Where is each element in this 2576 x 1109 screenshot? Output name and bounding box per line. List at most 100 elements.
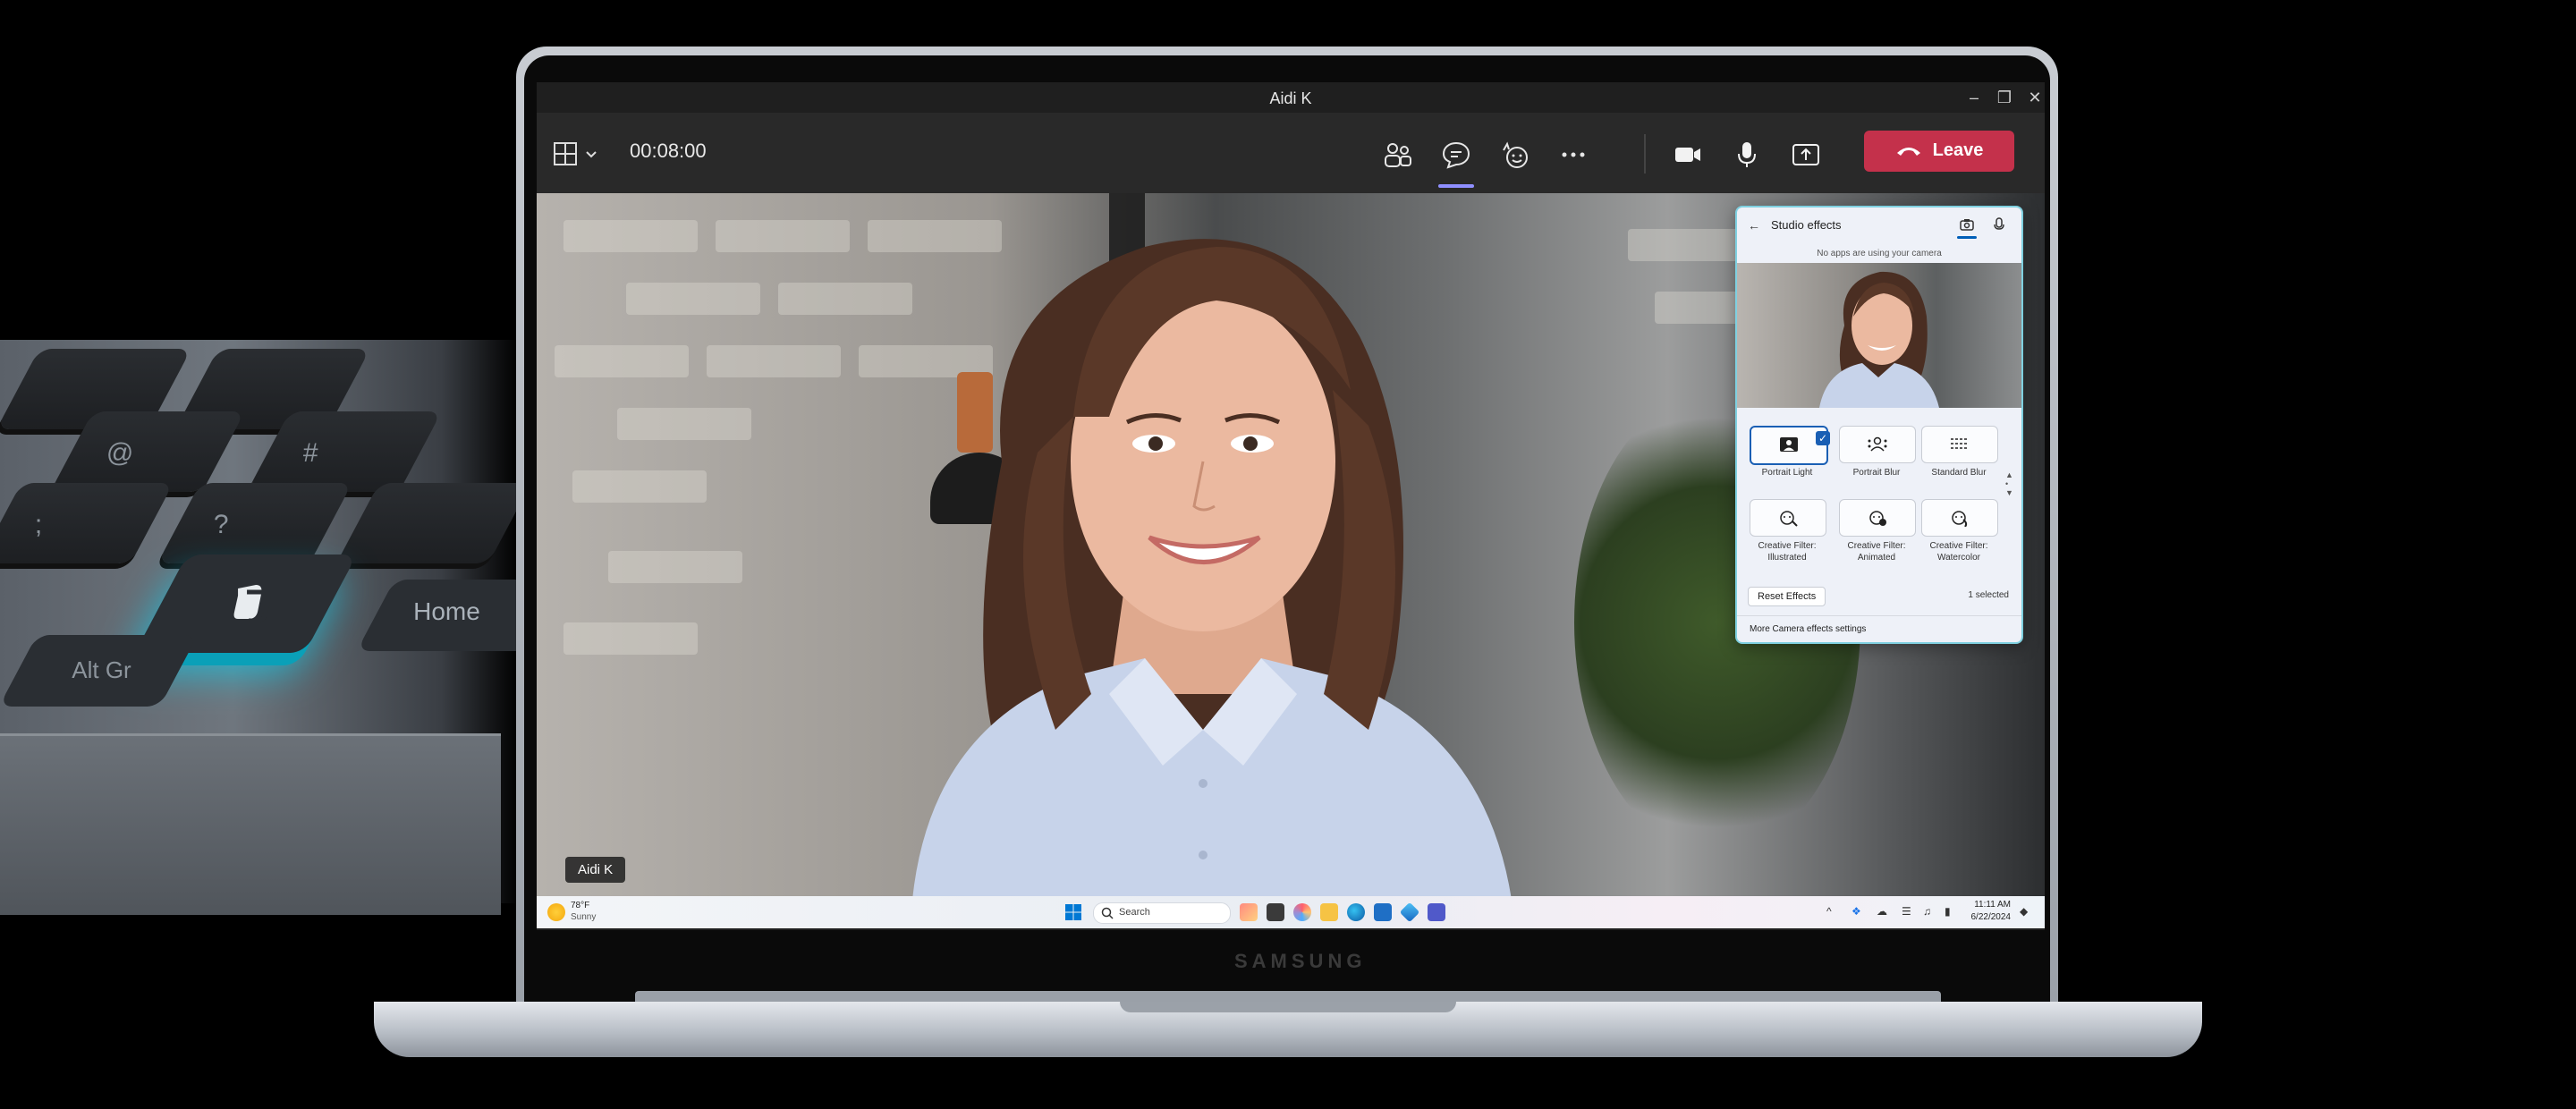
studio-effects-title: Studio effects xyxy=(1771,218,1842,232)
microphone-tab-icon[interactable] xyxy=(1991,216,2007,233)
people-icon xyxy=(1385,143,1411,167)
hang-up-icon xyxy=(1895,141,1922,162)
illustrated-filter-icon xyxy=(1780,511,1798,527)
microphone-button[interactable] xyxy=(1724,132,1769,177)
effect-label-line: Animated xyxy=(1857,553,1896,563)
creative-filter-illustrated-tile[interactable] xyxy=(1750,499,1826,537)
more-icon xyxy=(1562,152,1585,157)
network-app-icon[interactable]: ❖ xyxy=(1852,905,1861,918)
layout-button[interactable] xyxy=(553,140,606,168)
chevron-up-icon[interactable]: ^ xyxy=(1826,905,1832,918)
camera-tab-icon[interactable] xyxy=(1959,216,1975,233)
brand-logo: SAMSUNG xyxy=(1234,950,1367,972)
effect-label-line: Creative Filter: xyxy=(1847,541,1906,551)
effect-label: Portrait Light xyxy=(1761,468,1813,478)
store-app-icon[interactable] xyxy=(1374,903,1392,921)
video-camera-icon xyxy=(1675,148,1700,162)
effect-label: Creative Filter: Illustrated xyxy=(1746,540,1828,563)
active-tab-indicator xyxy=(1957,236,1977,239)
effect-label: Standard Blur xyxy=(1931,468,1987,478)
more-options-button[interactable] xyxy=(1551,132,1596,177)
keyboard-key: ; xyxy=(0,483,174,563)
search-label: Search xyxy=(1119,907,1150,918)
file-explorer-icon[interactable] xyxy=(1320,903,1338,921)
studio-effects-panel: ← Studio effects No apps are using your … xyxy=(1735,206,2023,644)
close-button[interactable]: ✕ xyxy=(2020,86,2045,109)
people-button[interactable] xyxy=(1376,132,1420,177)
standard-blur-icon xyxy=(1951,438,1969,449)
selected-count: 1 selected xyxy=(1968,590,2009,600)
taskbar-search-box[interactable]: Search xyxy=(1093,902,1231,924)
search-icon xyxy=(1101,907,1114,919)
teams-app-icon[interactable] xyxy=(1428,903,1445,921)
effect-label: Creative Filter: Watercolor xyxy=(1918,540,2000,563)
weather-sun-icon[interactable] xyxy=(547,903,565,921)
grid-layout-icon xyxy=(554,142,597,165)
volume-icon[interactable]: ♫ xyxy=(1923,905,1931,918)
edge-browser-icon[interactable] xyxy=(1347,903,1365,921)
portrait-blur-tile[interactable] xyxy=(1839,426,1916,463)
wifi-icon[interactable]: ☰ xyxy=(1902,905,1911,918)
taskbar-date[interactable]: 6/22/2024 xyxy=(1966,912,2012,922)
battery-icon[interactable]: ▮ xyxy=(1945,905,1951,918)
keyboard-key xyxy=(336,483,531,563)
animated-filter-icon xyxy=(1869,511,1886,526)
leave-label: Leave xyxy=(1932,140,1984,161)
copilot-icon xyxy=(233,585,271,622)
reactions-button[interactable] xyxy=(1492,132,1537,177)
restore-button[interactable]: ❐ xyxy=(1989,86,2020,109)
keyboard-corner: @ # ; ? Home Alt Gr xyxy=(0,340,574,915)
portrait-light-icon xyxy=(1780,437,1798,452)
weather-condition: Sunny xyxy=(571,912,597,922)
camera-button[interactable] xyxy=(1665,132,1710,177)
watercolor-filter-icon xyxy=(1952,511,1968,528)
share-screen-icon xyxy=(1792,144,1819,165)
portrait-blur-icon xyxy=(1868,436,1887,452)
camera-preview xyxy=(1737,263,2021,408)
effect-label: Portrait Blur xyxy=(1852,468,1901,478)
altgr-key-label: Alt Gr xyxy=(72,656,131,683)
reset-effects-button[interactable]: Reset Effects xyxy=(1748,587,1826,606)
studio-effects-footer: More Camera effects settings xyxy=(1737,615,2021,642)
widgets-app-icon[interactable] xyxy=(1240,903,1258,921)
altgr-key: Alt Gr xyxy=(0,635,199,707)
window-title: Aidi K xyxy=(1269,89,1312,107)
cloud-icon[interactable]: ☁ xyxy=(1877,905,1887,918)
standard-blur-tile[interactable] xyxy=(1921,426,1998,463)
meeting-timer: 00:08:00 xyxy=(630,140,707,162)
reactions-icon xyxy=(1503,141,1528,168)
keyboard-key: ? xyxy=(157,483,352,563)
minimize-button[interactable]: – xyxy=(1959,86,1989,109)
effect-label-line: Illustrated xyxy=(1767,553,1807,563)
video-stage: Aidi K ← Studio effects No apps are usin… xyxy=(537,193,2045,900)
effect-label: Creative Filter: Animated xyxy=(1835,540,1918,563)
creative-filter-watercolor-tile[interactable] xyxy=(1921,499,1998,537)
share-screen-button[interactable] xyxy=(1784,132,1828,177)
windows-start-icon[interactable] xyxy=(1064,903,1082,921)
leave-button[interactable]: Leave xyxy=(1864,131,2014,172)
studio-effects-header: ← Studio effects xyxy=(1737,207,2021,243)
touchpad xyxy=(0,733,501,915)
meeting-toolbar: 00:08:00 Leave xyxy=(537,113,2045,193)
chat-button[interactable] xyxy=(1434,132,1479,177)
notification-bell-icon[interactable]: ◆ xyxy=(2020,905,2028,918)
effect-label-line: Watercolor xyxy=(1937,553,1980,563)
effect-label-line: Creative Filter: xyxy=(1929,541,1988,551)
more-camera-settings-link[interactable]: More Camera effects settings xyxy=(1750,624,1866,634)
pinned-app-icon[interactable] xyxy=(1399,902,1420,923)
microphone-icon xyxy=(1738,142,1756,167)
task-view-icon[interactable] xyxy=(1267,903,1284,921)
taskbar-time[interactable]: 11:11 AM xyxy=(1966,900,2011,910)
title-bar: Aidi K – ❐ ✕ xyxy=(537,82,2045,113)
camera-status-text: No apps are using your camera xyxy=(1817,249,1942,258)
active-tab-indicator xyxy=(1438,184,1474,188)
creative-filter-animated-tile[interactable] xyxy=(1839,499,1916,537)
chat-icon xyxy=(1442,141,1470,169)
toolbar-divider xyxy=(1644,134,1646,174)
windows-taskbar: 78°F Sunny Search ^ ❖ ☁ ☰ ♫ ▮ 11:11 AM 6… xyxy=(537,896,2045,928)
preview-person xyxy=(1819,271,1939,408)
copilot-app-icon[interactable] xyxy=(1293,903,1311,921)
weather-temperature: 78°F xyxy=(571,901,590,910)
back-arrow-icon[interactable]: ← xyxy=(1748,218,1760,233)
scroll-arrows[interactable]: ▲ • ▼ xyxy=(2005,470,2014,497)
